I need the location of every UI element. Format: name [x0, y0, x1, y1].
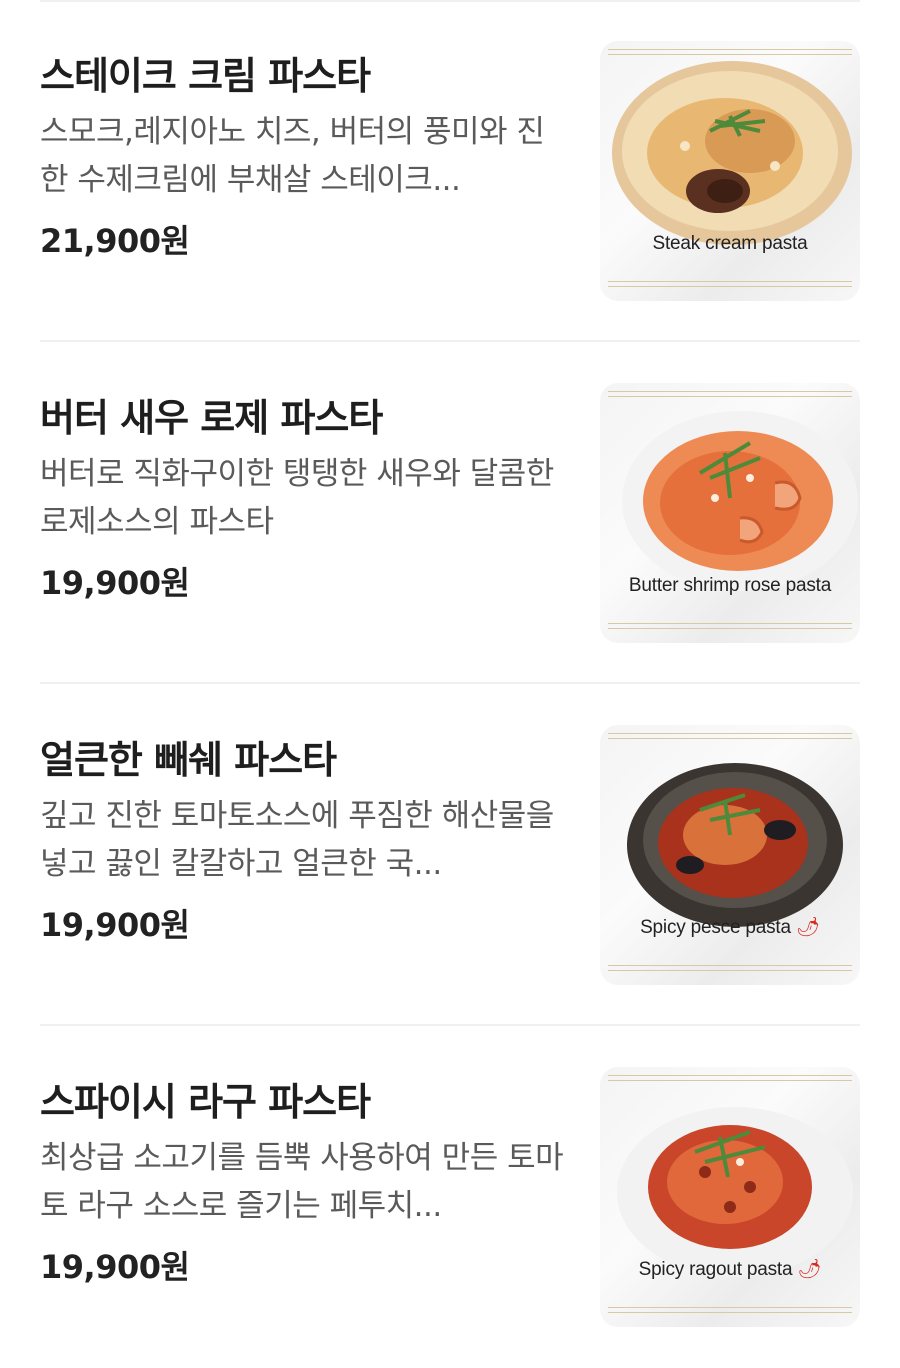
chili-pepper-icon: 🌶	[795, 917, 820, 938]
menu-item-text: 얼큰한 빼쉐 파스타 깊고 진한 토마토소스에 푸짐한 해산물을 넣고 끓인 칼…	[40, 734, 570, 946]
menu-item-price: 19,900원	[40, 1248, 190, 1286]
steak-cream-pasta-photo[interactable]: Steak cream pasta	[600, 41, 860, 301]
menu-item-steak-cream-pasta[interactable]: 스테이크 크림 파스타 스모크,레지아노 치즈, 버터의 풍미와 진한 수제크림…	[0, 0, 900, 342]
frame-line	[608, 965, 852, 971]
menu-item-text: 스파이시 라구 파스타 최상급 소고기를 듬뿍 사용하여 만든 토마토 라구 소…	[40, 1076, 570, 1288]
menu-item-price: 19,900원	[40, 906, 190, 944]
menu-item-name: 스테이크 크림 파스타	[40, 54, 371, 98]
caption-text: Spicy pesce pasta	[640, 917, 791, 938]
image-caption: Butter shrimp rose pasta	[628, 575, 832, 596]
pasta-bowl-icon	[627, 763, 843, 927]
menu-item-butter-shrimp-rose-pasta[interactable]: 버터 새우 로제 파스타 버터로 직화구이한 탱탱한 새우와 달콤한 로제소스의…	[0, 342, 900, 684]
menu-item-description: 스모크,레지아노 치즈, 버터의 풍미와 진한 수제크림에 부채살 스테이크..…	[40, 114, 545, 198]
spicy-pesce-pasta-photo[interactable]: Spicy pesce pasta 🌶	[600, 725, 860, 985]
menu-item-description: 최상급 소고기를 듬뿍 사용하여 만든 토마토 라구 소스로 즐기는 페투치..…	[40, 1140, 564, 1224]
pasta-plate-icon	[612, 61, 852, 245]
image-caption: Spicy ragout pasta 🌶	[600, 1257, 860, 1281]
image-caption: Steak cream pasta	[652, 233, 808, 254]
menu-item-name: 스파이시 라구 파스타	[40, 1080, 371, 1124]
pasta-plate-icon	[622, 411, 858, 591]
menu-list: 스테이크 크림 파스타 스모크,레지아노 치즈, 버터의 풍미와 진한 수제크림…	[0, 0, 900, 1358]
spicy-ragout-pasta-photo[interactable]: Spicy ragout pasta 🌶	[600, 1067, 860, 1327]
menu-item-name: 버터 새우 로제 파스타	[40, 396, 383, 440]
menu-item-price: 21,900원	[40, 222, 190, 260]
caption-text: Spicy ragout pasta	[638, 1259, 793, 1280]
image-caption: Spicy pesce pasta 🌶	[600, 915, 860, 939]
menu-item-price: 19,900원	[40, 564, 190, 602]
menu-item-spicy-pesce-pasta[interactable]: 얼큰한 빼쉐 파스타 깊고 진한 토마토소스에 푸짐한 해산물을 넣고 끓인 칼…	[0, 684, 900, 1026]
menu-item-text: 스테이크 크림 파스타 스모크,레지아노 치즈, 버터의 풍미와 진한 수제크림…	[40, 50, 570, 262]
menu-item-spicy-ragout-pasta[interactable]: 스파이시 라구 파스타 최상급 소고기를 듬뿍 사용하여 만든 토마토 라구 소…	[0, 1026, 900, 1368]
menu-item-description: 버터로 직화구이한 탱탱한 새우와 달콤한 로제소스의 파스타	[40, 456, 554, 540]
menu-item-name: 얼큰한 빼쉐 파스타	[40, 738, 337, 782]
chili-pepper-icon: 🌶	[797, 1259, 822, 1280]
frame-line	[608, 623, 852, 629]
frame-line	[608, 1307, 852, 1313]
frame-line	[608, 281, 852, 287]
menu-item-description: 깊고 진한 토마토소스에 푸짐한 해산물을 넣고 끓인 칼칼하고 얼큰한 국..…	[40, 798, 554, 882]
menu-item-text: 버터 새우 로제 파스타 버터로 직화구이한 탱탱한 새우와 달콤한 로제소스의…	[40, 392, 570, 604]
pasta-plate-icon	[617, 1107, 853, 1277]
butter-shrimp-rose-pasta-photo[interactable]: Butter shrimp rose pasta	[600, 383, 860, 643]
